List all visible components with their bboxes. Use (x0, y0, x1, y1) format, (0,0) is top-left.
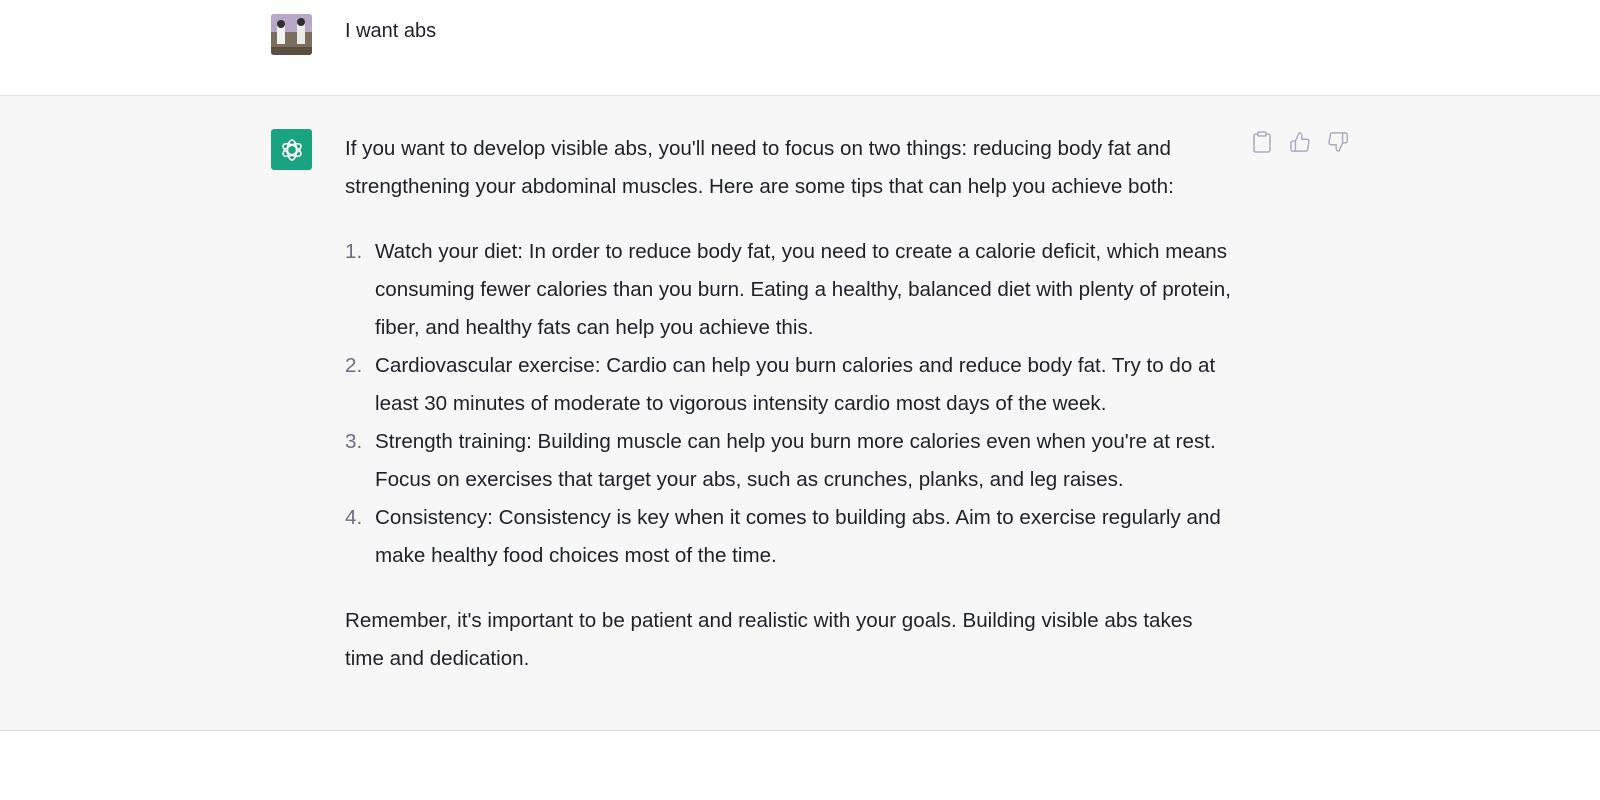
assistant-message-row: If you want to develop visible abs, you'… (0, 96, 1600, 731)
list-item: 3. Strength training: Building muscle ca… (345, 423, 1235, 499)
response-intro: If you want to develop visible abs, you'… (345, 137, 1174, 198)
user-message-row: I want abs (0, 0, 1600, 96)
list-item: 4. Consistency: Consistency is key when … (345, 499, 1235, 575)
thumbs-down-button[interactable] (1326, 130, 1350, 154)
user-message-text: I want abs (345, 20, 437, 42)
response-outro: Remember, it's important to be patient a… (345, 609, 1193, 670)
list-item-text: Consistency: Consistency is key when it … (375, 506, 1221, 567)
tips-list: 1. Watch your diet: In order to reduce b… (345, 233, 1235, 575)
list-number: 4. (345, 506, 363, 529)
list-number: 3. (345, 430, 363, 453)
chatgpt-logo-icon (271, 129, 312, 170)
copy-button[interactable] (1250, 130, 1274, 154)
list-number: 2. (345, 354, 363, 377)
list-item: 1. Watch your diet: In order to reduce b… (345, 233, 1235, 347)
list-item-text: Strength training: Building muscle can h… (375, 430, 1216, 491)
message-actions (1250, 130, 1350, 154)
thumbs-down-icon (1328, 132, 1348, 152)
list-item: 2. Cardiovascular exercise: Cardio can h… (345, 347, 1235, 423)
thumbs-up-button[interactable] (1288, 130, 1312, 154)
list-number: 1. (345, 240, 363, 263)
user-avatar (271, 14, 312, 55)
clipboard-icon (1253, 131, 1271, 153)
assistant-response: If you want to develop visible abs, you'… (345, 130, 1235, 678)
list-item-text: Cardiovascular exercise: Cardio can help… (375, 354, 1216, 415)
thumbs-up-icon (1290, 132, 1310, 152)
list-item-text: Watch your diet: In order to reduce body… (375, 240, 1231, 339)
